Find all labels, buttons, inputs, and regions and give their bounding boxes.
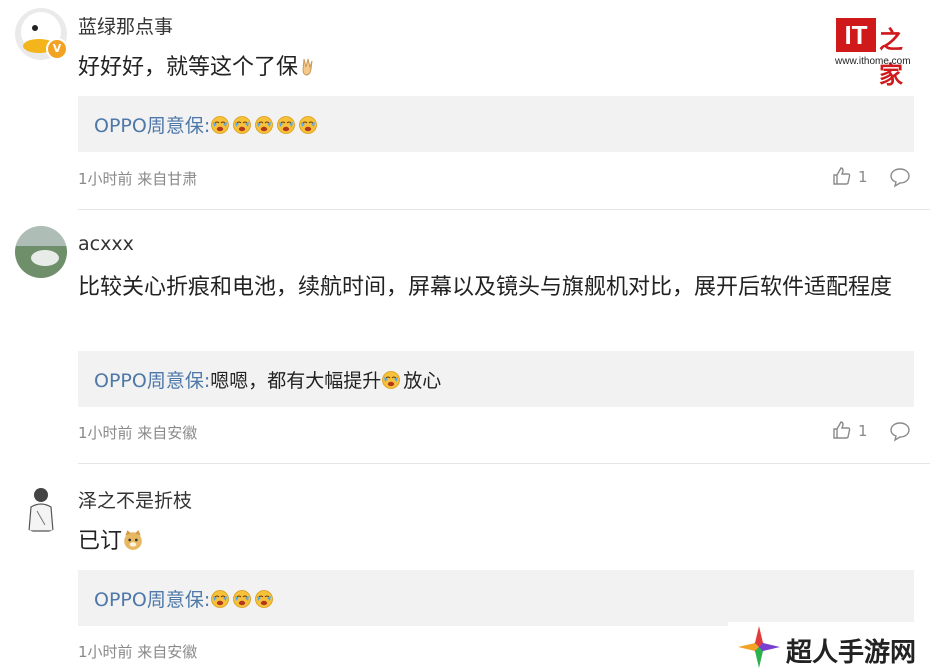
- comment-text: 比较关心折痕和电池，续航时间，屏幕以及镜头与旗舰机对比，展开后软件适配程度: [78, 275, 893, 300]
- reply-box[interactable]: OPPO周意保:: [78, 570, 914, 626]
- crying-face-emoji-icon: [255, 116, 274, 134]
- reply-author[interactable]: OPPO周意保: [94, 370, 204, 392]
- thumbs-up-icon: [833, 167, 851, 185]
- comment-meta: 1小时前 来自安徽: [78, 424, 198, 442]
- like-count: 1: [858, 168, 868, 186]
- victory-hand-emoji-icon: [302, 58, 313, 76]
- crying-face-emoji-icon: [233, 116, 252, 134]
- comment-meta: 1小时前 来自甘肃: [78, 170, 198, 188]
- comment-text: 好好好，就等这个了保: [78, 55, 299, 80]
- crying-face-emoji-icon: [255, 590, 274, 608]
- reply-emojis: [210, 589, 276, 611]
- like-button[interactable]: 1: [832, 166, 872, 188]
- crying-face-emoji-icon: [233, 590, 252, 608]
- reply-emojis: [381, 370, 403, 392]
- reply-emojis: [210, 115, 320, 137]
- avatar[interactable]: [15, 226, 67, 278]
- reply-body: 嗯嗯，都有大幅提升: [210, 370, 382, 392]
- crying-face-emoji-icon: [211, 116, 230, 134]
- watermark-logo-icon: [738, 626, 780, 668]
- reply-author[interactable]: OPPO周意保: [94, 115, 204, 137]
- logo-it-mark: IT: [836, 18, 876, 52]
- crying-face-emoji-icon: [211, 590, 230, 608]
- comment-bubble-icon: [890, 168, 910, 188]
- thumbs-up-icon: [833, 421, 851, 439]
- reply-button[interactable]: [889, 420, 911, 442]
- doge-emoji-icon: [124, 530, 142, 550]
- verified-badge: V: [46, 38, 68, 60]
- username[interactable]: 泽之不是折枝: [78, 486, 192, 513]
- reply-box[interactable]: OPPO周意保:嗯嗯，都有大幅提升 放心: [78, 351, 914, 407]
- crying-face-emoji-icon: [277, 116, 296, 134]
- crying-face-emoji-icon: [299, 116, 318, 134]
- reply-button[interactable]: [889, 166, 911, 188]
- avatar[interactable]: [15, 481, 67, 533]
- crying-face-emoji-icon: [382, 371, 401, 389]
- reply-body-after: 放心: [403, 370, 442, 392]
- reply-box[interactable]: OPPO周意保:: [78, 96, 914, 152]
- reply-author[interactable]: OPPO周意保: [94, 589, 204, 611]
- divider: [78, 463, 930, 464]
- username[interactable]: acxxx: [78, 233, 134, 255]
- comment-content: 好好好，就等这个了保: [78, 51, 918, 85]
- comment-bubble-icon: [890, 422, 910, 442]
- username[interactable]: 蓝绿那点事: [78, 12, 173, 39]
- comment-content: 已订: [78, 525, 918, 559]
- like-button[interactable]: 1: [832, 420, 872, 442]
- comment-content: 比较关心折痕和电池，续航时间，屏幕以及镜头与旗舰机对比，展开后软件适配程度: [78, 271, 918, 305]
- divider: [78, 209, 930, 210]
- site-watermark: 超人手游网: [728, 622, 930, 672]
- like-count: 1: [858, 422, 868, 440]
- comment-meta: 1小时前 来自安徽: [78, 643, 198, 661]
- comment-text: 已订: [78, 529, 123, 554]
- watermark-text: 超人手游网: [786, 638, 917, 668]
